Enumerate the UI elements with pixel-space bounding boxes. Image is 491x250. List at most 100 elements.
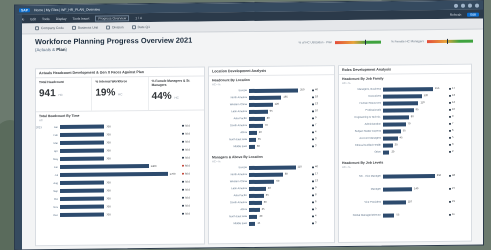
percent-marker bbox=[312, 165, 314, 168]
bar[interactable] bbox=[249, 109, 268, 114]
percent-marker bbox=[312, 186, 314, 189]
search-icon[interactable] bbox=[454, 3, 458, 8]
bar[interactable] bbox=[249, 200, 262, 205]
bar[interactable] bbox=[249, 214, 258, 219]
bar[interactable] bbox=[383, 86, 433, 92]
percent-label: 4 bbox=[312, 130, 334, 133]
chart-headcount-by-job-family[interactable]: Managers, Business 155 17 Executives 120 13 Hu… bbox=[339, 85, 471, 156]
bar-value-label: 1700 bbox=[169, 172, 176, 176]
bar[interactable] bbox=[60, 196, 105, 201]
bar[interactable] bbox=[383, 114, 409, 120]
chart-row[interactable]: Middle East 15 3 bbox=[209, 219, 334, 227]
percent-marker bbox=[449, 174, 451, 177]
filter-business-unit[interactable]: Business Unit bbox=[71, 26, 98, 30]
gauge-label: % of HC Utilization - Plan bbox=[298, 40, 333, 45]
bar-value-label: 70 bbox=[264, 123, 268, 127]
bar[interactable] bbox=[383, 142, 393, 148]
percent-value: 50.0 bbox=[185, 124, 191, 128]
filter-icon bbox=[106, 25, 111, 30]
bar[interactable] bbox=[249, 116, 265, 121]
kpi-number: 19% bbox=[95, 87, 116, 99]
menu-tools[interactable]: Tools bbox=[42, 17, 50, 21]
category-label: Jun bbox=[53, 165, 58, 169]
filter-date[interactable]: Date Q1 bbox=[131, 25, 150, 30]
bar-value-label: 80 bbox=[266, 116, 270, 120]
bar[interactable] bbox=[383, 107, 414, 113]
bar[interactable] bbox=[249, 102, 273, 107]
bar[interactable] bbox=[60, 204, 105, 209]
kpi-total-headcount[interactable]: Total Headcount 941 HC bbox=[36, 77, 93, 112]
kpi-female-managers[interactable]: % Female Managers & Sr. Managers 44% HC bbox=[149, 76, 204, 110]
bar[interactable] bbox=[60, 171, 168, 177]
bar[interactable] bbox=[249, 172, 283, 177]
edit-button[interactable]: Edit bbox=[467, 12, 479, 17]
breadcrumb[interactable]: Home | My Files | WF_HR_PLAN_Overview bbox=[34, 7, 100, 12]
category-label: Oct bbox=[53, 197, 58, 201]
percent-label: 60.0 bbox=[182, 164, 204, 167]
bar[interactable] bbox=[60, 164, 149, 169]
filter-division[interactable]: Division bbox=[106, 25, 124, 30]
bar[interactable] bbox=[60, 140, 105, 145]
bar[interactable] bbox=[60, 188, 105, 193]
menu-insert[interactable]: Tools Insert bbox=[73, 16, 90, 20]
bar[interactable] bbox=[383, 186, 412, 192]
avatar[interactable] bbox=[475, 3, 479, 8]
menu-edit[interactable]: Edit bbox=[30, 17, 36, 21]
bar[interactable] bbox=[383, 128, 401, 134]
bar[interactable] bbox=[60, 132, 105, 137]
percent-label: 7 bbox=[312, 123, 334, 126]
help-icon[interactable] bbox=[468, 3, 472, 8]
percent-marker bbox=[449, 101, 451, 104]
percent-value: 6 bbox=[315, 200, 317, 204]
chart-row[interactable]: Dec 700 50.0 bbox=[36, 209, 204, 219]
bar[interactable] bbox=[383, 199, 406, 205]
bar[interactable] bbox=[249, 165, 296, 170]
percent-value: 50.0 bbox=[185, 196, 191, 200]
bar[interactable] bbox=[249, 186, 266, 191]
bar[interactable] bbox=[60, 148, 105, 153]
bar[interactable] bbox=[249, 87, 299, 93]
kpi-unit: HC bbox=[58, 92, 63, 97]
chart-managers-by-location[interactable]: Europe 110 40 North America 80 17 Western Chin… bbox=[209, 163, 334, 227]
chart-headcount-by-location[interactable]: Europe 250 40 North America 165 18 Western Chi… bbox=[209, 86, 334, 150]
kpi-internal-workforce[interactable]: % Internal Workforce 19% HC bbox=[92, 77, 149, 111]
bar[interactable] bbox=[60, 124, 105, 129]
bar[interactable] bbox=[383, 100, 419, 106]
bar[interactable] bbox=[383, 93, 422, 99]
bar[interactable] bbox=[249, 207, 260, 212]
page-selector[interactable]: Progress Overview bbox=[95, 14, 130, 22]
chart-headcount-by-time[interactable]: 2021 Jan 700 50.0 Feb 700 50.0 Mar 700 50.0 Apr 700… bbox=[36, 121, 204, 219]
bar[interactable] bbox=[249, 137, 256, 142]
left-sidebar[interactable] bbox=[15, 14, 22, 250]
chart-headcount-by-job-levels[interactable]: SC - Vice Manager 250 48 Manager 140 27 Vice P… bbox=[339, 169, 471, 222]
percent-value: 40 bbox=[315, 165, 318, 169]
menu-display[interactable]: Display bbox=[56, 16, 67, 20]
bar-value-label: 80 bbox=[284, 172, 288, 176]
bar[interactable] bbox=[60, 180, 105, 185]
bar[interactable] bbox=[60, 212, 105, 217]
notification-icon[interactable] bbox=[461, 3, 465, 8]
bar[interactable] bbox=[383, 121, 406, 127]
bar[interactable] bbox=[60, 156, 105, 161]
chart-row[interactable]: Global Manager/Director 55 11 bbox=[339, 208, 471, 222]
bar[interactable] bbox=[249, 95, 282, 100]
bar[interactable] bbox=[383, 212, 395, 218]
percent-label: 50.0 bbox=[182, 124, 204, 127]
bar[interactable] bbox=[249, 193, 264, 198]
bar[interactable] bbox=[249, 144, 255, 149]
sap-logo[interactable]: SAP bbox=[19, 7, 30, 12]
percent-value: 4 bbox=[315, 130, 317, 134]
bar[interactable] bbox=[383, 150, 390, 155]
bar-value-label: 700 bbox=[106, 140, 111, 144]
bar[interactable] bbox=[249, 130, 257, 135]
bar[interactable] bbox=[249, 179, 275, 184]
bar-value-label: 20 bbox=[391, 150, 395, 154]
percent-marker bbox=[182, 204, 184, 207]
bar[interactable] bbox=[383, 135, 398, 141]
filter-company-code[interactable]: Company Code bbox=[35, 26, 64, 31]
bar[interactable] bbox=[383, 173, 435, 179]
bar[interactable] bbox=[249, 221, 256, 226]
refresh-button[interactable]: Refresh bbox=[450, 12, 462, 16]
bar[interactable] bbox=[249, 123, 263, 128]
percent-value: 5 bbox=[315, 207, 317, 211]
